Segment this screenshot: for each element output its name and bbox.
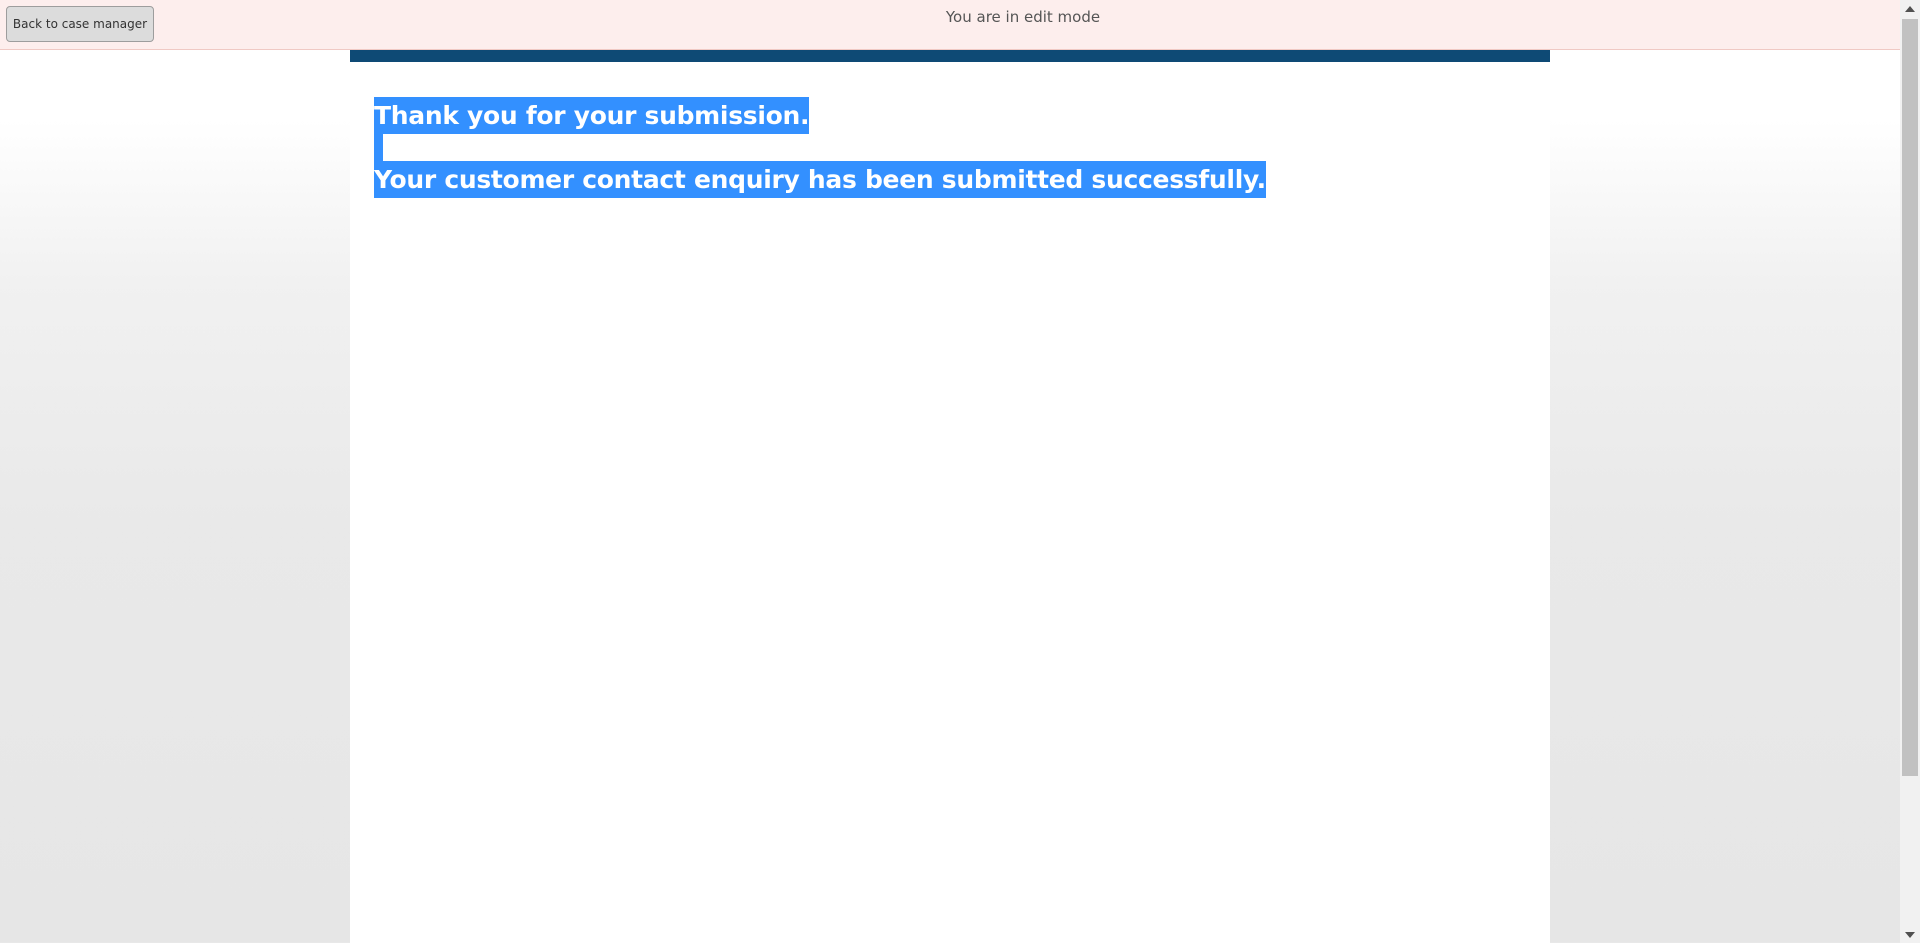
confirmation-heading: Thank you for your submission. [374,97,810,134]
confirmation-message: Thank you for your submission. Your cust… [374,87,1266,198]
confirmation-text: Your customer contact enquiry has been s… [374,161,1266,198]
vertical-scrollbar[interactable] [1900,0,1920,943]
edit-mode-text: You are in edit mode [945,8,1101,26]
page-header-accent-bar [350,50,1550,62]
scroll-down-arrow-icon[interactable] [1900,926,1920,943]
back-to-case-manager-button[interactable]: Back to case manager [6,6,154,42]
scrollbar-thumb[interactable] [1902,19,1918,776]
form-page: Thank you for your submission. Your cust… [350,50,1550,943]
edit-mode-banner: Back to case manager You are in edit mod… [0,0,1900,50]
selected-blank-line [374,124,383,161]
scroll-up-arrow-icon[interactable] [1900,0,1920,17]
